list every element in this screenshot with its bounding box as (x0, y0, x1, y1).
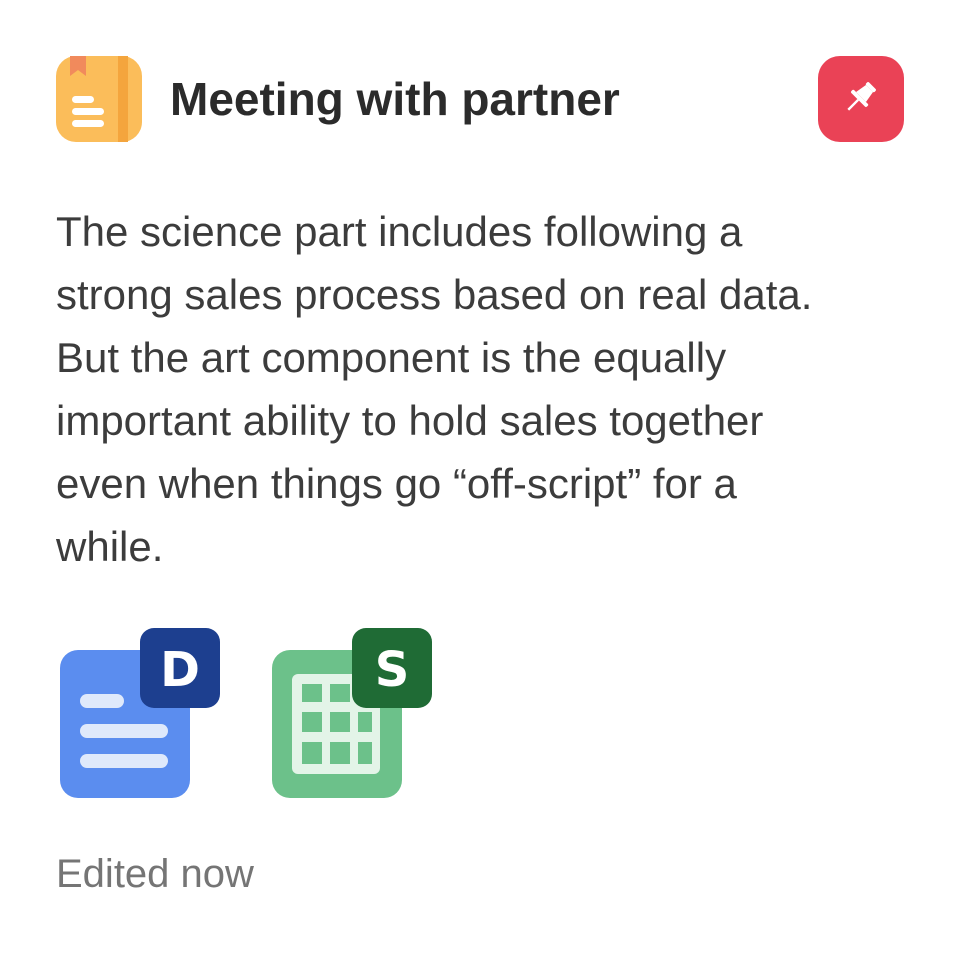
pin-icon (841, 77, 881, 122)
pin-button[interactable] (818, 56, 904, 142)
note-title: Meeting with partner (170, 73, 620, 125)
spreadsheet-attachment[interactable]: S (272, 628, 437, 800)
document-badge: D (160, 642, 200, 698)
document-icon: D (60, 628, 220, 798)
spreadsheet-badge: S (375, 642, 410, 698)
note-card[interactable]: Meeting with partner The science part in… (0, 0, 960, 960)
document-attachment[interactable]: D (60, 628, 225, 800)
note-header: Meeting with partner (56, 56, 904, 142)
edited-status: Edited now (56, 852, 254, 896)
spreadsheet-icon: S (272, 628, 432, 798)
attachments-list: D S (60, 628, 480, 800)
notes-icon (56, 56, 142, 142)
note-body: The science part includes following a st… (56, 208, 813, 570)
